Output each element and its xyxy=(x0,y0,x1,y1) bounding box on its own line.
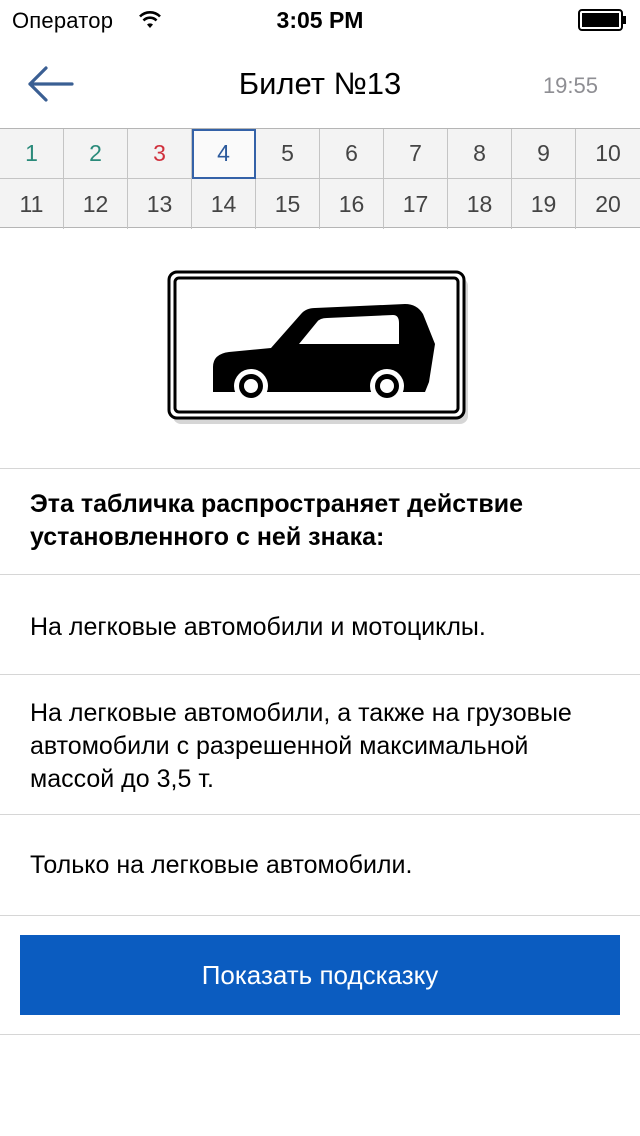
question-number-4[interactable]: 4 xyxy=(192,129,256,179)
question-number-6[interactable]: 6 xyxy=(320,129,384,179)
question-number-2[interactable]: 2 xyxy=(64,129,128,179)
answer-text: Только на легковые автомобили. xyxy=(30,851,413,879)
timer: 19:55 xyxy=(542,73,598,98)
question-image-area xyxy=(0,228,640,469)
question-number-8[interactable]: 8 xyxy=(448,129,512,179)
question-number-9[interactable]: 9 xyxy=(512,129,576,179)
question-number-7[interactable]: 7 xyxy=(384,129,448,179)
question-number-1[interactable]: 1 xyxy=(0,129,64,179)
show-hint-button[interactable]: Показать подсказку xyxy=(20,935,620,1015)
answer-option-1[interactable]: На легковые автомобили и мотоциклы. xyxy=(0,574,640,675)
question-number-11[interactable]: 11 xyxy=(0,179,64,229)
question-number-13[interactable]: 13 xyxy=(128,179,192,229)
status-time: 3:05 PM xyxy=(276,7,364,33)
battery-icon xyxy=(578,9,626,31)
question-number-17[interactable]: 17 xyxy=(384,179,448,229)
question-number-18[interactable]: 18 xyxy=(448,179,512,229)
navigation-bar: Билет №13 19:55 xyxy=(0,40,640,128)
question-number-10[interactable]: 10 xyxy=(576,129,640,179)
question-number-20[interactable]: 20 xyxy=(576,179,640,229)
car-plate-sign-icon xyxy=(167,270,468,424)
status-bar: Оператор 3:05 PM xyxy=(0,0,640,40)
question-number-12[interactable]: 12 xyxy=(64,179,128,229)
answer-option-2[interactable]: На легковые автомобили, а также на грузо… xyxy=(0,674,640,815)
question-number-5[interactable]: 5 xyxy=(256,129,320,179)
question-number-grid: 1 2 3 4 5 6 7 8 9 10 11 12 13 14 15 16 17 18 19 20 xyxy=(0,128,640,229)
divider xyxy=(0,1034,640,1035)
question-number-19[interactable]: 19 xyxy=(512,179,576,229)
answer-option-3[interactable]: Только на легковые автомобили. xyxy=(0,814,640,916)
question-number-16[interactable]: 16 xyxy=(320,179,384,229)
question-number-15[interactable]: 15 xyxy=(256,179,320,229)
question-text: Эта табличка распространяет действие уст… xyxy=(30,490,524,551)
answer-text: На легковые автомобили, а также на грузо… xyxy=(30,699,572,793)
question-number-14[interactable]: 14 xyxy=(192,179,256,229)
question-number-3[interactable]: 3 xyxy=(128,129,192,179)
answer-text: На легковые автомобили и мотоциклы. xyxy=(30,613,486,641)
